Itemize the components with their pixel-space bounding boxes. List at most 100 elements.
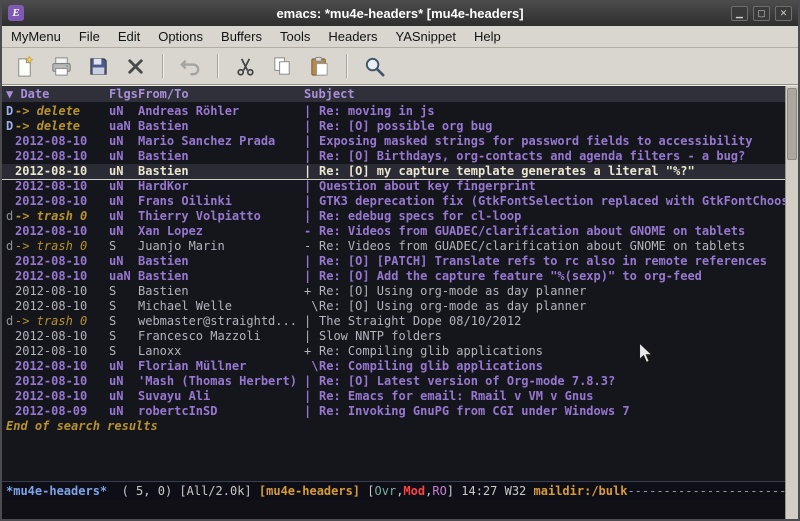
message-row[interactable]: 2012-08-09uNrobertcInSD|Re: Invoking Gnu… — [2, 404, 785, 419]
flags-cell: uN — [109, 179, 138, 194]
mark-cell — [6, 404, 15, 419]
subject-cell: Re: [O] Latest version of Org-mode 7.8.3… — [319, 374, 785, 389]
flags-cell: uaN — [109, 119, 138, 134]
from-cell: Frans Oilinki — [138, 194, 304, 209]
close-button[interactable]: ✕ — [775, 6, 792, 21]
message-row[interactable]: 2012-08-10uNSuvayu Ali|Re: Emacs for ema… — [2, 389, 785, 404]
mark-cell — [6, 269, 15, 284]
menu-item-yasnippet[interactable]: YASnippet — [386, 26, 464, 47]
close-buffer-button[interactable] — [119, 51, 151, 81]
new-file-button[interactable] — [8, 51, 40, 81]
modeline-ro: RO — [432, 482, 446, 500]
message-row[interactable]: 2012-08-10SFrancesco Mazzoli|Slow NNTP f… — [2, 329, 785, 344]
modeline-name: *mu4e-headers* — [6, 482, 107, 500]
message-row[interactable]: 2012-08-10SMichael Welle \Re: [O] Using … — [2, 299, 785, 314]
mark-cell — [6, 164, 15, 179]
mark-cell: d — [6, 314, 15, 329]
from-cell: Bastien — [138, 284, 304, 299]
message-row[interactable]: 2012-08-10uNBastien|Re: [O] my capture t… — [2, 164, 785, 179]
flags-cell: uN — [109, 359, 138, 374]
paste-icon — [308, 55, 331, 78]
column-header-subject[interactable]: Subject — [304, 86, 785, 102]
scrollbar[interactable] — [785, 86, 798, 519]
message-row[interactable]: 2012-08-10uNBastien|Re: [O] Birthdays, o… — [2, 149, 785, 164]
mark-cell — [6, 344, 15, 359]
message-row[interactable]: 2012-08-10uNBastien|Re: [O] [PATCH] Tran… — [2, 254, 785, 269]
subject-cell: Question about key fingerprint — [319, 179, 785, 194]
save-icon — [87, 55, 110, 78]
close-buffer-icon — [124, 55, 147, 78]
subject-cell: Re: Compiling glib applications — [319, 359, 785, 374]
date-cell: 2012-08-10 — [15, 179, 109, 194]
message-row[interactable]: 2012-08-10SBastien+Re: [O] Using org-mod… — [2, 284, 785, 299]
menu-item-options[interactable]: Options — [149, 26, 212, 47]
paste-button[interactable] — [303, 51, 335, 81]
menu-item-mymenu[interactable]: MyMenu — [2, 26, 70, 47]
thread-cell: \ — [304, 359, 319, 374]
message-row[interactable]: 2012-08-10uNHardKor|Question about key f… — [2, 179, 785, 194]
message-row[interactable]: 2012-08-10uNMario Sanchez Prada|Exposing… — [2, 134, 785, 149]
menu-item-edit[interactable]: Edit — [109, 26, 149, 47]
column-header-from[interactable]: From/To — [138, 86, 304, 102]
column-header-flags[interactable]: Flgs — [109, 86, 138, 102]
undo-button[interactable] — [174, 51, 206, 81]
modeline-mod: Mod — [403, 482, 425, 500]
modeline-maildir: maildir:/bulk — [534, 482, 628, 500]
message-row[interactable]: 2012-08-10uNFrans Oilinki|GTK3 deprecati… — [2, 194, 785, 209]
flags-cell: uN — [109, 389, 138, 404]
save-button[interactable] — [82, 51, 114, 81]
message-row[interactable]: d-> trash 0Swebmaster@straightd...|The S… — [2, 314, 785, 329]
thread-cell: | — [304, 209, 319, 224]
modeline-plain: ( 5, 0) — [107, 482, 179, 500]
thread-cell: + — [304, 344, 319, 359]
headers-buffer: D-> deleteuNAndreas Röhler|Re: moving in… — [2, 102, 785, 481]
flags-cell: uN — [109, 374, 138, 389]
message-row[interactable]: 2012-08-10uN'Mash (Thomas Herbert)|Re: [… — [2, 374, 785, 389]
menu-bar: MyMenuFileEditOptionsBuffersToolsHeaders… — [2, 26, 798, 48]
copy-button[interactable] — [266, 51, 298, 81]
minimize-button[interactable]: ▁ — [731, 6, 748, 21]
mark-cell — [6, 374, 15, 389]
minibuffer[interactable] — [2, 500, 785, 519]
message-row[interactable]: d-> trash 0SJuanjo Marin-Re: Videos from… — [2, 239, 785, 254]
mark-cell — [6, 179, 15, 194]
menu-item-help[interactable]: Help — [465, 26, 510, 47]
subject-cell: Re: [O] my capture template generates a … — [319, 164, 785, 179]
search-button[interactable] — [358, 51, 390, 81]
flags-cell: S — [109, 239, 138, 254]
message-row[interactable]: 2012-08-10uaNBastien|Re: [O] Add the cap… — [2, 269, 785, 284]
print-button[interactable] — [45, 51, 77, 81]
cut-button[interactable] — [229, 51, 261, 81]
message-row[interactable]: 2012-08-10uNFlorian Müllner \Re: Compili… — [2, 359, 785, 374]
flags-cell: S — [109, 299, 138, 314]
subject-cell: Re: [O] Add the capture feature "%(sexp)… — [319, 269, 785, 284]
message-row[interactable]: 2012-08-10SLanoxx+Re: Compiling glib app… — [2, 344, 785, 359]
thread-cell: | — [304, 329, 319, 344]
thread-cell: | — [304, 119, 319, 134]
maximize-button[interactable]: ▢ — [753, 6, 770, 21]
menu-item-buffers[interactable]: Buffers — [212, 26, 271, 47]
message-row[interactable]: d-> trash 0uNThierry Volpiatto|Re: edebu… — [2, 209, 785, 224]
date-cell: 2012-08-09 — [15, 404, 109, 419]
date-cell: 2012-08-10 — [15, 359, 109, 374]
flags-cell: uN — [109, 104, 138, 119]
mark-cell — [6, 299, 15, 314]
date-cell: 2012-08-10 — [15, 374, 109, 389]
thread-cell: - — [304, 224, 319, 239]
message-row[interactable]: 2012-08-10uNXan Lopez-Re: Videos from GU… — [2, 224, 785, 239]
message-row[interactable]: D-> deleteuaNBastien|Re: [O] possible or… — [2, 119, 785, 134]
date-cell: 2012-08-10 — [15, 149, 109, 164]
date-cell: 2012-08-10 — [15, 329, 109, 344]
from-cell: Lanoxx — [138, 344, 304, 359]
from-cell: Mario Sanchez Prada — [138, 134, 304, 149]
message-row[interactable]: D-> deleteuNAndreas Röhler|Re: moving in… — [2, 104, 785, 119]
menu-item-tools[interactable]: Tools — [271, 26, 319, 47]
menu-item-file[interactable]: File — [70, 26, 109, 47]
from-cell: Bastien — [138, 149, 304, 164]
from-cell: Thierry Volpiatto — [138, 209, 304, 224]
scrollbar-thumb[interactable] — [787, 88, 797, 160]
date-cell: 2012-08-10 — [15, 299, 109, 314]
column-header-date[interactable]: ▼ Date — [6, 86, 109, 102]
thread-cell: | — [304, 269, 319, 284]
menu-item-headers[interactable]: Headers — [319, 26, 386, 47]
